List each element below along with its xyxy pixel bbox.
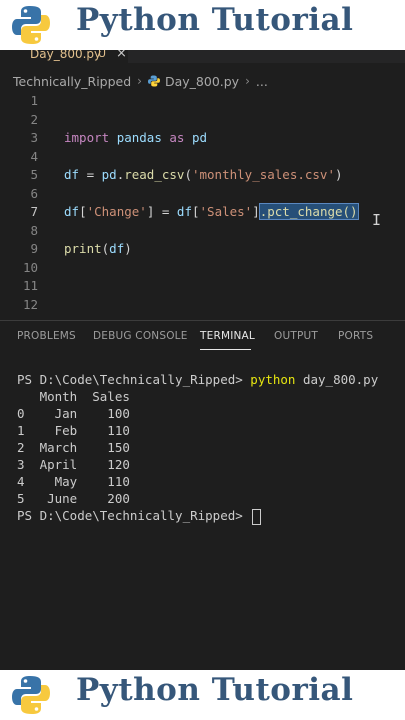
close-icon[interactable]: ×	[116, 50, 127, 61]
code-line: 12	[0, 296, 405, 314]
breadcrumb-symbols[interactable]: ...	[256, 74, 268, 89]
banner-title: Python Tutorial	[76, 672, 354, 708]
code-print-line: print(df)	[64, 241, 132, 256]
tab-debug-console[interactable]: DEBUG CONSOLE	[93, 330, 188, 342]
line-number: 1	[30, 93, 38, 108]
active-tab-indicator	[200, 349, 251, 350]
line-number: 12	[22, 296, 38, 312]
line-number: 11	[22, 278, 38, 293]
selected-text: .pct_change()	[258, 203, 359, 220]
code-line: 1	[0, 92, 405, 110]
terminal-command: python	[250, 372, 296, 387]
line-number: 5	[30, 167, 38, 182]
tab-terminal[interactable]: TERMINAL	[200, 330, 255, 342]
bottom-banner: Python Tutorial	[0, 670, 405, 720]
breadcrumb: Technically_Ripped › Day_800.py › ...	[13, 70, 268, 92]
terminal-output-line: 5 June 200	[17, 491, 130, 506]
chevron-right-icon: ›	[245, 74, 250, 88]
code-line: 6	[0, 185, 405, 203]
breadcrumb-file[interactable]: Day_800.py	[165, 74, 239, 89]
line-number: 2	[30, 111, 38, 127]
terminal-prompt-line: PS D:\Code\Technically_Ripped>	[17, 507, 378, 525]
line-number: 10	[22, 259, 38, 275]
breadcrumb-folder[interactable]: Technically_Ripped	[13, 74, 131, 89]
tab-ports[interactable]: PORTS	[338, 330, 373, 342]
line-number: 4	[30, 148, 38, 164]
terminal-cursor	[252, 508, 262, 525]
chevron-right-icon: ›	[137, 74, 142, 88]
terminal-output-line: 0 Jan 100	[17, 406, 130, 421]
code-pct-change-line: df['Change'] = df['Sales'].pct_change()	[64, 203, 359, 220]
editor-tab-bar: Day_800.py U ×	[0, 50, 405, 63]
terminal[interactable]: PS D:\Code\Technically_Ripped> python da…	[17, 371, 379, 525]
code-line: 8	[0, 222, 405, 240]
untracked-badge: U	[98, 50, 107, 60]
code-import-line: import pandas as pd	[64, 130, 208, 145]
line-number: 7	[30, 204, 38, 219]
line-number: 9	[30, 241, 38, 256]
editor-tab[interactable]: Day_800.py U ×	[0, 50, 128, 63]
code-line: 10	[0, 259, 405, 277]
python-file-icon	[147, 75, 160, 87]
terminal-command-line: PS D:\Code\Technically_Ripped> python da…	[17, 372, 379, 387]
code-line: 9 print(df)	[0, 240, 405, 258]
tab-problems[interactable]: PROBLEMS	[17, 330, 76, 342]
terminal-output-line: 4 May 110	[17, 474, 130, 489]
code-line: 2	[0, 111, 405, 129]
banner-title: Python Tutorial	[76, 2, 354, 38]
terminal-output-line: 3 April 120	[17, 457, 130, 472]
line-number: 3	[30, 130, 38, 145]
code-read-csv-line: df = pd.read_csv('monthly_sales.csv')	[64, 167, 343, 182]
code-line: 3 import pandas as pd	[0, 129, 405, 147]
line-number: 8	[30, 222, 38, 238]
terminal-output-line: Month Sales	[17, 389, 130, 404]
code-line: 4	[0, 148, 405, 166]
code-editor[interactable]: 1 2 3 import pandas as pd 4 5 df = pd.re…	[0, 92, 405, 318]
code-line: 7 df['Change'] = df['Sales'].pct_change(…	[0, 203, 405, 221]
code-line: 11	[0, 277, 405, 295]
python-logo-icon	[12, 676, 50, 714]
top-banner: Python Tutorial	[0, 0, 405, 50]
text-cursor-icon: I	[372, 211, 382, 229]
tab-filename: Day_800.py	[30, 50, 102, 61]
panel-tab-bar: PROBLEMS DEBUG CONSOLE TERMINAL OUTPUT P…	[0, 321, 405, 351]
python-logo-icon	[12, 6, 50, 44]
terminal-output-line: 1 Feb 110	[17, 423, 130, 438]
line-number: 6	[30, 185, 38, 201]
code-line: 5 df = pd.read_csv('monthly_sales.csv')	[0, 166, 405, 184]
tab-output[interactable]: OUTPUT	[274, 330, 318, 342]
terminal-output-line: 2 March 150	[17, 440, 130, 455]
